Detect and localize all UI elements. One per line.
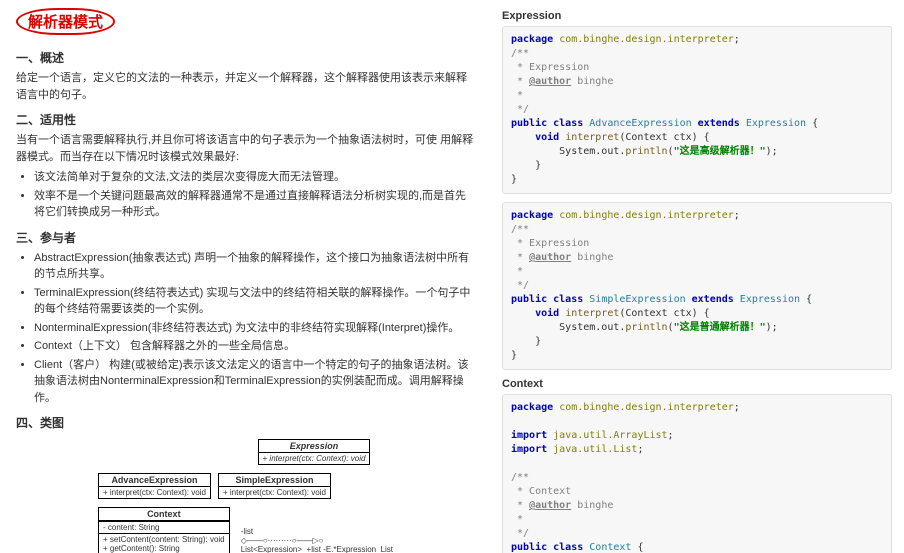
code-block-context: package com.binghe.design.interpreter; i…	[502, 394, 892, 553]
list-item: AbstractExpression(抽象表达式) 声明一个抽象的解释操作，这个…	[34, 250, 474, 283]
section-applicability-head: 二、适用性	[16, 111, 474, 128]
uml-class-op: + interpret(ctx: Context): void	[99, 487, 210, 498]
uml-class-name: Expression	[259, 440, 370, 453]
page-title: 解析器模式	[16, 8, 115, 35]
code-block-simple: package com.binghe.design.interpreter; /…	[502, 202, 892, 370]
uml-class-name: SimpleExpression	[219, 474, 330, 487]
list-item: Client（客户） 构建(或被给定)表示该文法定义的语言中一个特定的句子的抽象…	[34, 357, 474, 407]
uml-class-ops: + setContent(content: String): void + ge…	[99, 533, 229, 553]
uml-diagram: Expression + interpret(ctx: Context): vo…	[96, 437, 474, 553]
uml-association: -list ◇——○·········○——▷○ List<Expression…	[241, 527, 393, 553]
section-overview-body: 给定一个语言，定义它的文法的一种表示，并定义一个解释器，这个解释器使用该表示来解…	[16, 70, 474, 103]
code-section-head: Expression	[502, 10, 892, 22]
section-applicability-intro: 当有一个语言需要解释执行,并且你可将该语言中的句子表示为一个抽象语法树时，可使 …	[16, 132, 474, 165]
participants-list: AbstractExpression(抽象表达式) 声明一个抽象的解释操作，这个…	[34, 250, 474, 407]
left-column: 解析器模式 一、概述 给定一个语言，定义它的文法的一种表示，并定义一个解释器，这…	[0, 0, 490, 553]
uml-class-op: + interpret(ctx: Context): void	[259, 453, 370, 464]
code-block-advance: package package com.binghe.design.interp…	[502, 26, 892, 194]
section-overview-head: 一、概述	[16, 49, 474, 66]
section-participants-head: 三、参与者	[16, 229, 474, 246]
section-classdiagram-head: 四、类图	[16, 414, 474, 431]
uml-class-name: AdvanceExpression	[99, 474, 210, 487]
uml-class-name: Context	[99, 508, 229, 521]
uml-class-op: + interpret(ctx: Context): void	[219, 487, 330, 498]
list-item: Context（上下文） 包含解释器之外的一些全局信息。	[34, 338, 474, 355]
applicability-list: 该文法简单对于复杂的文法,文法的类层次变得庞大而无法管理。 效率不是一个关键问题…	[34, 169, 474, 221]
right-column: Expression package package com.binghe.de…	[490, 0, 904, 553]
list-item: NonterminalExpression(非终结符表达式) 为文法中的非终结符…	[34, 320, 474, 337]
uml-class-attr: - content: String	[99, 521, 229, 533]
code-section-head: Context	[502, 378, 892, 390]
list-item: TerminalExpression(终结符表达式) 实现与文法中的终结符相关联…	[34, 285, 474, 318]
list-item: 效率不是一个关键问题最高效的解释器通常不是通过直接解释语法分析树实现的,而是首先…	[34, 188, 474, 221]
list-item: 该文法简单对于复杂的文法,文法的类层次变得庞大而无法管理。	[34, 169, 474, 186]
